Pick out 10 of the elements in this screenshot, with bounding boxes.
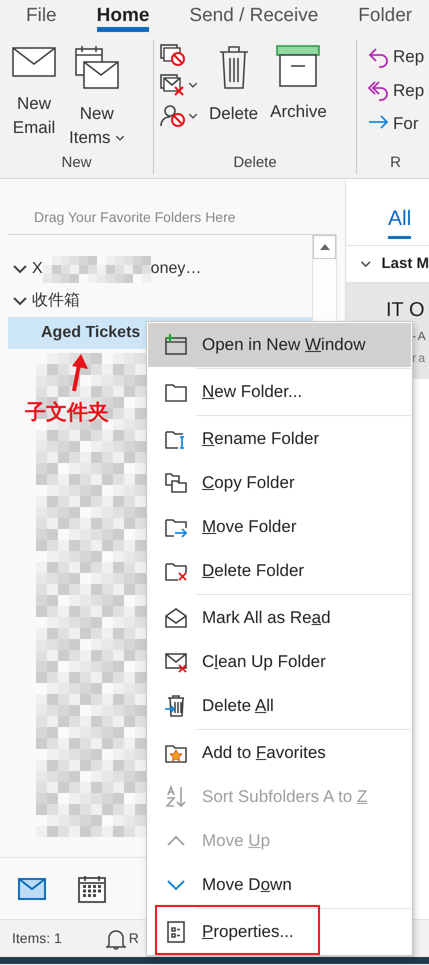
item-count: Items: 1 (12, 929, 62, 948)
reminders-label: R (128, 929, 139, 948)
message-sender: IT O (386, 298, 426, 323)
annotation-label: 子文件夹 (25, 400, 109, 426)
favorites-hint: Drag Your Favorite Folders Here (34, 208, 236, 227)
group-header: Last M (381, 254, 429, 274)
message-preview: r a (411, 350, 426, 367)
group-label: R (389, 153, 402, 173)
group-label: New (60, 153, 92, 173)
group-label: Delete (232, 153, 278, 173)
